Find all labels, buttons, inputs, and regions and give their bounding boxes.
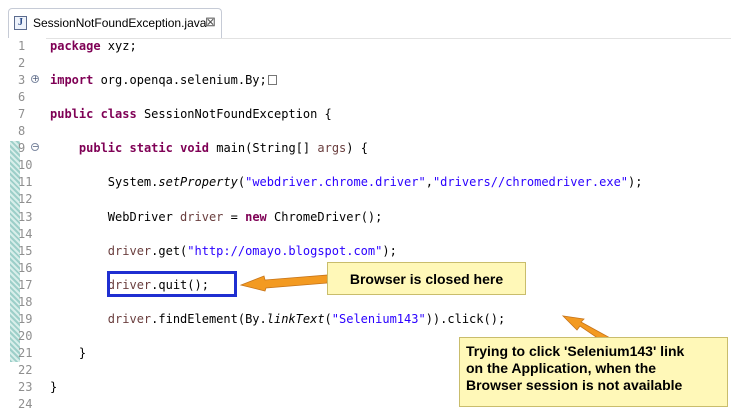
code-line[interactable]: 15 driver.get("http://omayo.blogspot.com… (0, 243, 731, 260)
expand-fold-icon[interactable]: + (31, 75, 39, 84)
line-number: 13 (18, 209, 33, 224)
highlight-box-quit (107, 271, 237, 297)
code-text: driver.findElement(By.linkText("Selenium… (107, 311, 506, 326)
code-text: WebDriver driver = new ChromeDriver(); (50, 209, 383, 224)
code-text: package xyz; (50, 39, 137, 53)
code-line[interactable]: 10 (0, 157, 731, 174)
code-text: public static void main(String[] args) { (78, 141, 368, 156)
code-text: public class SessionNotFoundException { (50, 107, 332, 122)
line-number: 1 (18, 39, 26, 53)
line-number: 8 (18, 124, 26, 139)
line-number: 11 (18, 175, 33, 190)
code-text: } (50, 380, 58, 394)
code-line[interactable]: 6 (0, 89, 731, 106)
callout-click-error-line-3: Browser session is not available (466, 377, 683, 393)
java-file-icon: J (14, 16, 27, 30)
callout-browser-closed: Browser is closed here (327, 262, 526, 295)
line-number: 10 (18, 158, 33, 173)
code-line[interactable]: 8 (0, 123, 731, 140)
code-line[interactable]: 9− public static void main(String[] args… (0, 140, 731, 157)
code-line[interactable]: 12 (0, 191, 731, 208)
callout-click-error-line-2: on the Application, when the (466, 360, 657, 376)
line-number: 6 (18, 90, 26, 105)
code-line[interactable]: 13 WebDriver driver = new ChromeDriver()… (0, 209, 731, 226)
line-number: 16 (18, 260, 33, 275)
line-number: 20 (18, 328, 33, 343)
line-number: 15 (18, 243, 33, 258)
code-line[interactable]: 3 + import org.openqa.selenium.By; (0, 72, 731, 89)
line-number: 2 (18, 56, 26, 71)
line-number: 17 (18, 277, 33, 292)
collapse-fold-icon[interactable]: − (31, 143, 39, 152)
tab-title: SessionNotFoundException.java (33, 16, 207, 30)
line-number: 21 (18, 345, 33, 360)
callout-click-error-line-1: Trying to click 'Selenium143' link (466, 343, 685, 359)
line-number: 14 (18, 226, 33, 241)
line-number: 24 (18, 397, 33, 412)
code-line[interactable]: 19 driver.findElement(By.linkText("Selen… (0, 311, 731, 328)
code-text: import org.openqa.selenium.By; (50, 72, 277, 89)
line-number: 18 (18, 294, 33, 309)
folded-code-icon[interactable] (267, 75, 277, 86)
line-number: 23 (18, 380, 33, 394)
code-text: driver.get("http://omayo.blogspot.com"); (107, 243, 397, 258)
code-line[interactable]: 1 package xyz; (0, 38, 731, 55)
code-text: System.setProperty("webdriver.chrome.dri… (50, 175, 643, 190)
code-line[interactable]: 11 System.setProperty("webdriver.chrome.… (0, 174, 731, 191)
line-number: 19 (18, 311, 33, 326)
line-number: 7 (18, 107, 26, 122)
editor-tab-bar: J SessionNotFoundException.java ⊠ (0, 0, 731, 39)
code-line[interactable]: 7 public class SessionNotFoundException { (0, 106, 731, 123)
tab-session-not-found-exception[interactable]: J SessionNotFoundException.java ⊠ (8, 8, 222, 38)
line-number: 12 (18, 192, 33, 207)
code-line[interactable]: 2 (0, 55, 731, 72)
callout-browser-closed-text: Browser is closed here (349, 271, 504, 287)
close-icon[interactable]: ⊠ (205, 14, 216, 30)
code-line[interactable]: 14 (0, 226, 731, 243)
callout-click-error: Trying to click 'Selenium143' link on th… (459, 337, 728, 407)
line-number: 22 (18, 362, 33, 377)
code-text: } (50, 345, 87, 360)
